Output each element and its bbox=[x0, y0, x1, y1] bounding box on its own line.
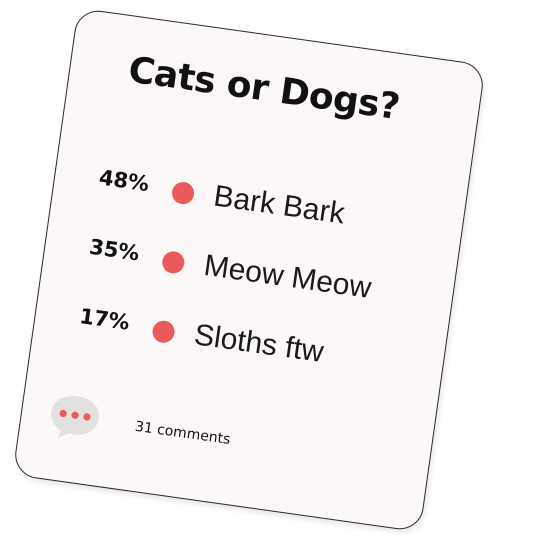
comment-count[interactable]: 31 comments bbox=[134, 419, 231, 448]
poll-option-sloths-ftw[interactable]: 17% Sloths ftw bbox=[62, 300, 424, 390]
option-percent: 48% bbox=[97, 165, 151, 197]
option-radio-dot[interactable] bbox=[151, 319, 177, 345]
poll-option-bark-bark[interactable]: 48% Bark Bark bbox=[82, 161, 444, 251]
option-radio-dot[interactable] bbox=[160, 249, 186, 275]
poll-title: Cats or Dogs? bbox=[125, 49, 402, 129]
comments-section[interactable]: 31 comments bbox=[44, 389, 408, 495]
stage: Cats or Dogs? 48% Bark Bark 35% Meow Meo… bbox=[0, 0, 550, 543]
chat-bubble-icon[interactable] bbox=[45, 389, 105, 446]
option-label: Meow Meow bbox=[201, 248, 374, 305]
option-label: Bark Bark bbox=[211, 179, 347, 231]
poll-card: Cats or Dogs? 48% Bark Bark 35% Meow Meo… bbox=[12, 7, 486, 533]
option-label: Sloths ftw bbox=[192, 318, 326, 369]
poll-option-meow-meow[interactable]: 35% Meow Meow bbox=[72, 231, 434, 321]
option-percent: 35% bbox=[87, 234, 141, 266]
option-radio-dot[interactable] bbox=[170, 180, 196, 206]
option-percent: 17% bbox=[78, 304, 132, 335]
